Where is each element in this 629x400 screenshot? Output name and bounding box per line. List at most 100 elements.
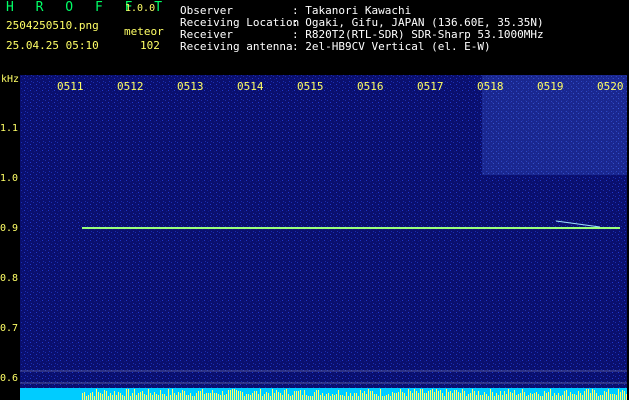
level-bar <box>580 393 581 400</box>
level-bar <box>552 396 553 400</box>
level-bar <box>368 389 369 400</box>
level-bar <box>124 396 125 400</box>
level-bar <box>340 395 341 400</box>
level-bar <box>538 394 539 400</box>
level-bar <box>518 394 519 400</box>
level-bar <box>284 390 285 400</box>
level-bar <box>354 393 355 400</box>
level-bar <box>154 392 155 400</box>
level-bar <box>312 396 313 400</box>
level-bar <box>608 389 609 400</box>
level-bar <box>386 395 387 400</box>
level-bar <box>148 389 149 400</box>
level-bar <box>400 389 401 400</box>
level-bar <box>544 391 545 400</box>
level-bar <box>404 393 405 400</box>
level-bar <box>436 389 437 400</box>
level-bar <box>282 395 283 400</box>
level-bar <box>568 396 569 400</box>
level-bar <box>146 395 147 400</box>
level-bar <box>348 396 349 400</box>
level-bar <box>318 390 319 400</box>
level-bar <box>594 390 595 400</box>
level-bar <box>326 394 327 400</box>
level-bar <box>468 394 469 400</box>
level-bar <box>446 389 447 400</box>
level-bar <box>296 391 297 400</box>
level-bar <box>112 395 113 400</box>
level-bar <box>270 396 271 400</box>
y-tick-0-7: 0.7 <box>0 323 19 334</box>
x-tick-0511: 0511 <box>57 80 84 93</box>
timestamp: 25.04.25 05:10 <box>6 39 99 52</box>
level-bar <box>392 392 393 400</box>
level-bar <box>370 391 371 400</box>
level-bar <box>412 393 413 400</box>
level-bar <box>480 395 481 400</box>
level-bar <box>90 393 91 400</box>
level-bar <box>278 392 279 400</box>
x-tick-0513: 0513 <box>177 80 204 93</box>
level-bar <box>586 389 587 400</box>
level-bar <box>344 396 345 400</box>
level-bar <box>624 391 625 400</box>
level-bar <box>102 394 103 400</box>
info-label-antenna: Receiving antenna <box>180 40 293 53</box>
level-bar <box>434 392 435 400</box>
x-tick-0518: 0518 <box>477 80 504 93</box>
level-bar <box>120 393 121 400</box>
level-bar <box>356 393 357 400</box>
x-tick-0514: 0514 <box>237 80 264 93</box>
level-bar <box>142 391 143 400</box>
level-bar <box>130 396 131 400</box>
level-bar <box>536 392 537 400</box>
level-bar <box>234 389 235 400</box>
level-bar <box>488 396 489 400</box>
level-bar <box>372 391 373 400</box>
level-bar <box>610 394 611 400</box>
level-bar <box>88 395 89 400</box>
level-bar <box>362 393 363 400</box>
level-bar <box>562 395 563 400</box>
level-bar <box>104 390 105 400</box>
level-bar <box>526 396 527 400</box>
x-tick-0520: 0520 <box>597 80 624 93</box>
level-bar <box>196 393 197 400</box>
level-bar <box>122 395 123 400</box>
mode-label: meteor <box>124 25 164 38</box>
level-bar <box>528 395 529 400</box>
level-bar <box>442 393 443 400</box>
level-bar <box>458 392 459 400</box>
level-bar <box>236 390 237 400</box>
level-bar <box>310 396 311 400</box>
level-bar <box>388 394 389 400</box>
level-bar <box>82 393 83 400</box>
level-bar <box>260 389 261 400</box>
level-bar <box>242 392 243 400</box>
level-bar <box>514 390 515 400</box>
level-bar <box>134 389 135 400</box>
level-bar <box>322 393 323 400</box>
level-bar <box>574 394 575 400</box>
level-bar <box>162 394 163 400</box>
level-bar <box>380 389 381 400</box>
level-bar <box>116 395 117 400</box>
level-bar <box>92 392 93 400</box>
level-bar <box>472 389 473 400</box>
app-version: 1.0.0 <box>125 3 156 14</box>
level-bar <box>244 396 245 400</box>
level-bar <box>426 393 427 400</box>
y-tick-0-8: 0.8 <box>0 273 19 284</box>
level-bar <box>530 393 531 400</box>
level-bar <box>620 392 621 400</box>
level-bar <box>406 396 407 400</box>
level-bar <box>454 390 455 400</box>
level-bar <box>226 394 227 400</box>
level-bar <box>554 393 555 400</box>
level-bar <box>152 395 153 400</box>
level-bar <box>320 395 321 400</box>
level-bar <box>158 395 159 400</box>
level-bar <box>360 390 361 400</box>
level-bar <box>212 390 213 400</box>
level-bar <box>598 396 599 400</box>
